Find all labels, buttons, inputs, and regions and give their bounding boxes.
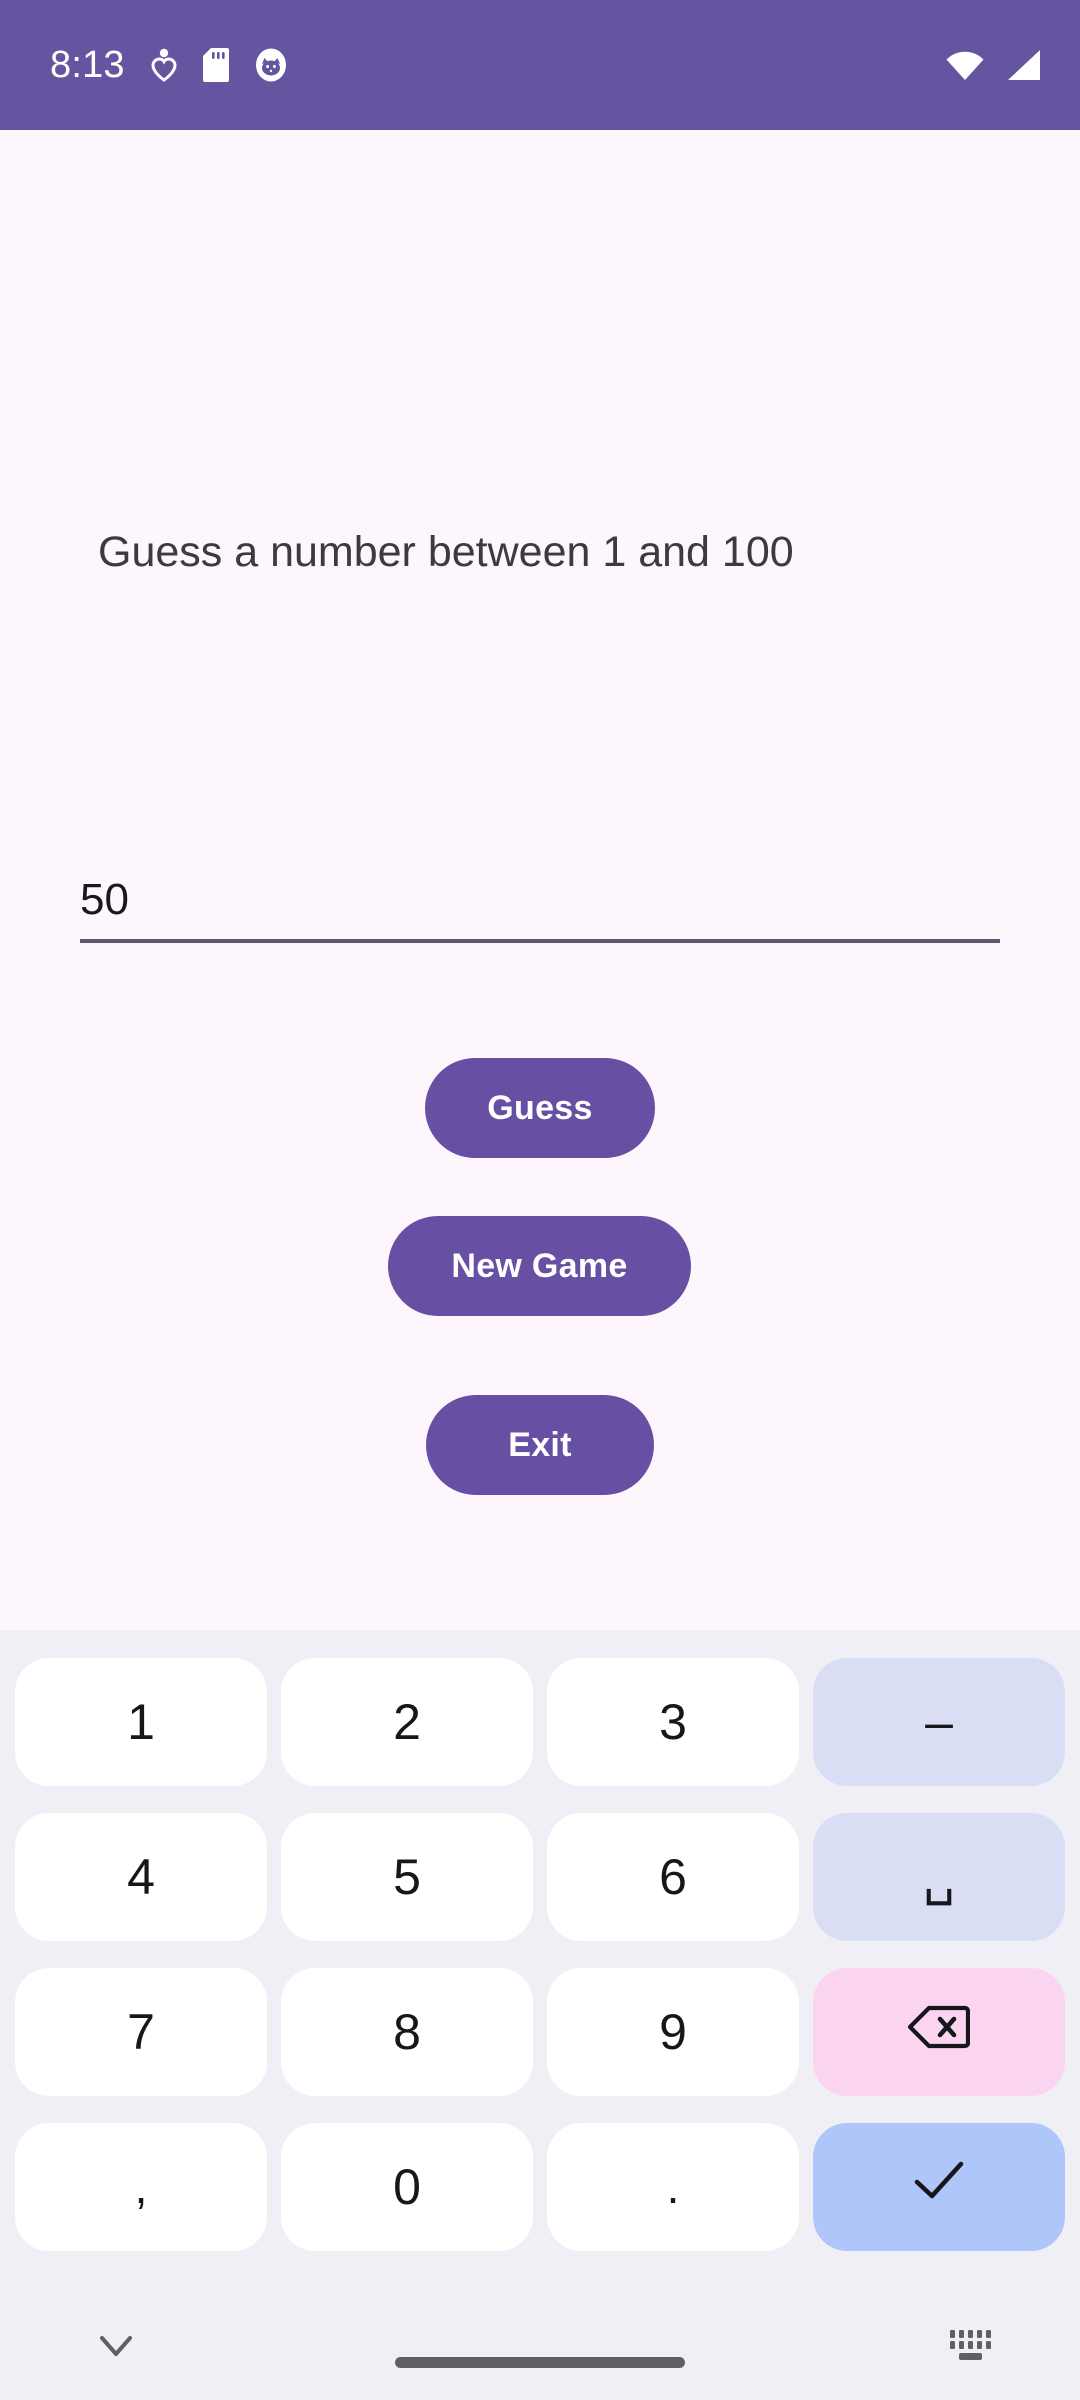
keyboard-row: , 0 .: [8, 2109, 1072, 2264]
exit-button[interactable]: Exit: [426, 1395, 654, 1495]
status-bar-right: [944, 48, 1042, 82]
key-period[interactable]: .: [547, 2122, 799, 2251]
status-bar: 8:13: [0, 0, 1080, 130]
app-content: Guess a number between 1 and 100 Guess N…: [0, 130, 1080, 1630]
key-0[interactable]: 0: [281, 2122, 533, 2251]
new-game-button[interactable]: New Game: [388, 1216, 691, 1316]
backspace-icon: [907, 2003, 971, 2061]
key-7[interactable]: 7: [15, 1967, 267, 2096]
chevron-down-icon[interactable]: [88, 2318, 144, 2374]
home-indicator[interactable]: [395, 2357, 685, 2368]
key-6[interactable]: 6: [547, 1812, 799, 1941]
cat-avatar-icon: [255, 48, 287, 82]
guess-button[interactable]: Guess: [425, 1058, 655, 1158]
key-1[interactable]: 1: [15, 1657, 267, 1786]
numeric-keyboard: 1 2 3 – 4 5 6 ␣ 7 8 9 , 0 .: [0, 1630, 1080, 2280]
keyboard-row: 7 8 9: [8, 1954, 1072, 2109]
page-title: Guess a number between 1 and 100: [98, 528, 794, 576]
key-comma[interactable]: ,: [15, 2122, 267, 2251]
sd-card-icon: [202, 48, 229, 82]
keyboard-row: 1 2 3 –: [8, 1644, 1072, 1799]
heart-location-icon: [151, 48, 177, 82]
checkmark-icon: [911, 2158, 967, 2216]
guess-input-container: [80, 875, 1000, 943]
status-clock: 8:13: [50, 43, 125, 86]
key-3[interactable]: 3: [547, 1657, 799, 1786]
cellular-signal-icon: [1004, 48, 1042, 82]
key-backspace[interactable]: [813, 1967, 1065, 2096]
key-2[interactable]: 2: [281, 1657, 533, 1786]
key-8[interactable]: 8: [281, 1967, 533, 2096]
key-enter[interactable]: [813, 2122, 1065, 2251]
phone-screen: 8:13 Guess a number between 1 and 100 50…: [0, 0, 1080, 2400]
status-bar-left: 8:13: [50, 44, 287, 87]
guess-input[interactable]: [80, 875, 1000, 943]
wifi-icon: [944, 48, 986, 82]
keyboard-row: 4 5 6 ␣: [8, 1799, 1072, 1954]
navigation-bar: [0, 2280, 1080, 2400]
key-space[interactable]: ␣: [813, 1812, 1065, 1941]
keyboard-switch-icon[interactable]: [940, 2316, 1000, 2376]
key-minus[interactable]: –: [813, 1657, 1065, 1786]
key-5[interactable]: 5: [281, 1812, 533, 1941]
key-4[interactable]: 4: [15, 1812, 267, 1941]
key-9[interactable]: 9: [547, 1967, 799, 2096]
